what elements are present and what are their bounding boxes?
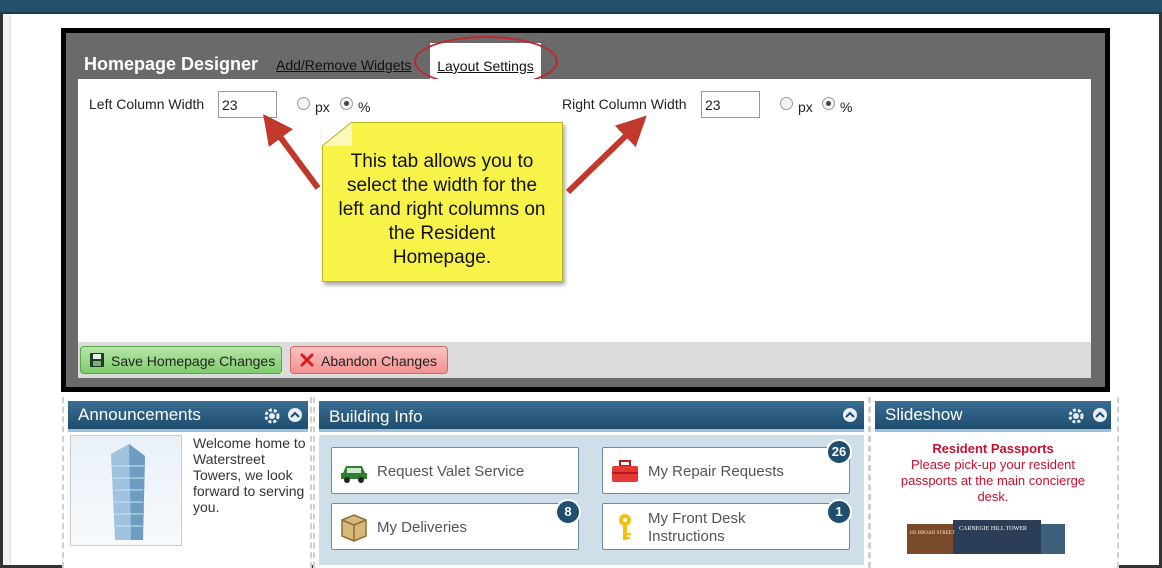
left-unit-px-radio[interactable] <box>297 97 310 110</box>
building-photo <box>70 435 182 546</box>
slideshow-line: desk. <box>977 489 1009 504</box>
slideshow-header: Slideshow <box>875 401 1111 432</box>
callout-line: Homepage. <box>392 247 492 268</box>
left-column-width-label: Left Column Width <box>89 96 205 112</box>
valet-label: Request Valet Service <box>377 463 525 480</box>
front-desk-count-badge: 1 <box>826 499 852 525</box>
left-column-width-input[interactable] <box>218 91 277 118</box>
front-desk-label-line2: Instructions <box>648 528 725 545</box>
designer-footer: Save Homepage Changes Abandon Changes <box>78 342 1091 378</box>
package-icon <box>341 514 367 542</box>
callout-line: select the width for the <box>346 175 538 196</box>
announcement-line: forward to serving <box>193 483 305 499</box>
right-unit-px-label: px <box>798 99 813 115</box>
front-desk-label-line1: My Front Desk <box>648 510 746 527</box>
passport-caption-2: 192 BROAD STREET <box>909 531 955 536</box>
announcements-widget: Announcements Welcome home to Waterstree… <box>62 397 312 568</box>
save-button-label: Save Homepage Changes <box>111 353 276 369</box>
my-front-desk-instructions-button[interactable]: My Front Desk Instructions <box>602 503 850 550</box>
announcement-text: Welcome home to Waterstreet Towers, we l… <box>193 435 313 515</box>
announcements-title: Announcements <box>78 405 201 424</box>
announcement-line: Welcome home to <box>193 435 306 451</box>
tower-illustration <box>111 444 145 540</box>
callout-text: This tab allows you to select the width … <box>330 150 554 270</box>
announcement-line: Waterstreet <box>193 451 265 467</box>
app-top-bar <box>0 0 1162 14</box>
slideshow-line: passports at the main concierge <box>900 473 1086 488</box>
right-unit-px-radio[interactable] <box>780 97 793 110</box>
save-homepage-changes-button[interactable]: Save Homepage Changes <box>80 346 282 374</box>
floppy-disk-icon <box>90 353 104 367</box>
homepage-designer-panel: Homepage Designer Add/Remove Widgets Lay… <box>61 28 1110 392</box>
designer-title: Homepage Designer <box>84 54 259 74</box>
slideshow-widget: Slideshow Resident Passports Please pick… <box>869 397 1119 568</box>
announcement-line: you. <box>193 499 220 515</box>
building-info-widget: Building Info Request Valet Service My R… <box>313 397 870 568</box>
right-unit-percent-radio[interactable] <box>822 97 835 110</box>
callout-folded-corner <box>322 122 352 146</box>
slideshow-text: Please pick-up your resident passports a… <box>891 457 1095 505</box>
collapse-chevron-icon[interactable] <box>1092 407 1108 423</box>
tab-add-remove-widgets[interactable]: Add/Remove Widgets <box>276 57 411 73</box>
building-info-title: Building Info <box>329 407 423 426</box>
gear-icon[interactable] <box>264 408 280 424</box>
announcement-line: Towers, we look <box>193 467 293 483</box>
building-info-header: Building Info <box>319 401 864 432</box>
building-info-content: Request Valet Service My Repair Requests… <box>319 435 864 565</box>
request-valet-service-button[interactable]: Request Valet Service <box>331 447 579 494</box>
front-desk-label: My Front Desk Instructions <box>648 510 746 546</box>
left-scroll-edge <box>3 14 11 565</box>
passport-caption: CARNEGIE HILL TOWER <box>959 526 1027 532</box>
repair-label: My Repair Requests <box>648 463 784 480</box>
slideshow-title: Slideshow <box>885 405 963 424</box>
right-column-width-label: Right Column Width <box>562 96 687 112</box>
key-icon <box>619 514 631 540</box>
callout-line: left and right columns on <box>338 199 546 220</box>
slideshow-heading: Resident Passports <box>932 441 1054 456</box>
red-x-icon <box>300 353 314 367</box>
my-repair-requests-button[interactable]: My Repair Requests <box>602 447 850 494</box>
callout-line: the Resident <box>388 223 496 244</box>
slideshow-line: Please pick-up your resident <box>910 457 1076 472</box>
tab-layout-settings[interactable]: Layout Settings <box>430 43 541 81</box>
left-unit-percent-radio[interactable] <box>340 97 353 110</box>
left-unit-percent-label: % <box>358 99 371 115</box>
left-unit-px-label: px <box>315 99 330 115</box>
callout-line: This tab allows you to <box>350 151 534 172</box>
passport-images: 192 BROAD STREET CARNEGIE HILL TOWER <box>907 520 1065 554</box>
designer-header: Homepage Designer Add/Remove Widgets Lay… <box>66 33 1105 87</box>
collapse-chevron-icon[interactable] <box>287 407 303 423</box>
deliveries-label: My Deliveries <box>377 519 468 536</box>
toolbox-icon <box>612 460 638 482</box>
deliveries-count-badge: 8 <box>555 499 581 525</box>
announcements-header: Announcements <box>68 401 308 432</box>
car-icon <box>341 466 367 483</box>
layout-settings-body: Left Column Width px % Right Column Widt… <box>78 79 1091 342</box>
abandon-changes-button[interactable]: Abandon Changes <box>290 346 448 374</box>
gear-icon[interactable] <box>1068 408 1084 424</box>
collapse-chevron-icon[interactable] <box>842 407 858 423</box>
right-column-width-input[interactable] <box>701 91 760 118</box>
abandon-button-label: Abandon Changes <box>321 353 437 369</box>
right-unit-percent-label: % <box>840 99 853 115</box>
repair-count-badge: 26 <box>826 439 852 465</box>
my-deliveries-button[interactable]: My Deliveries <box>331 503 579 550</box>
